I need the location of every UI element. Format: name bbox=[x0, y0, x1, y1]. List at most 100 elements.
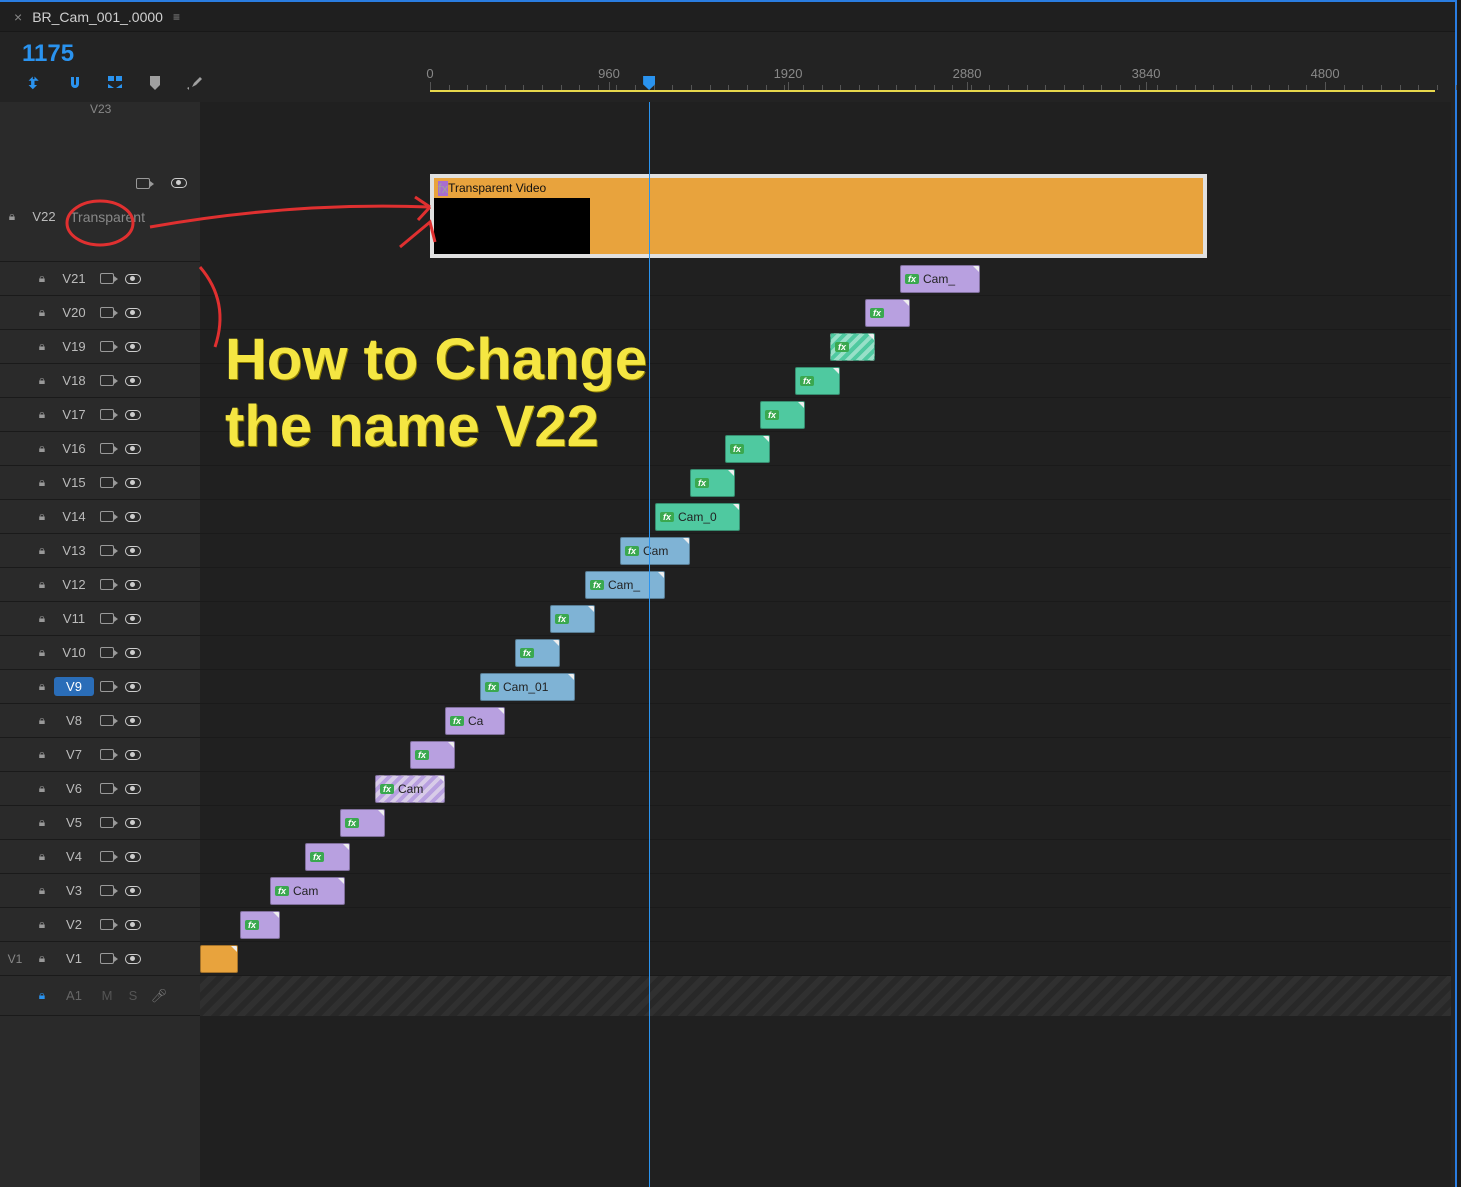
sync-lock-icon[interactable] bbox=[94, 715, 120, 726]
clip[interactable]: fx bbox=[305, 843, 350, 871]
lock-icon[interactable]: 🔒︎ bbox=[30, 917, 54, 932]
track-target-v12[interactable]: V12 bbox=[54, 575, 94, 594]
track-lane-v5[interactable]: fx bbox=[200, 806, 1451, 840]
clip-body[interactable] bbox=[590, 178, 1203, 254]
track-lane-v20[interactable]: fx bbox=[200, 296, 1451, 330]
lock-icon[interactable]: 🔒︎ bbox=[30, 509, 54, 524]
track-header-v15[interactable]: 🔒︎ V15 bbox=[0, 466, 200, 500]
track-lane-v7[interactable]: fx bbox=[200, 738, 1451, 772]
track-header-v4[interactable]: 🔒︎ V4 bbox=[0, 840, 200, 874]
sync-lock-icon[interactable] bbox=[130, 178, 156, 189]
lock-icon[interactable]: 🔒︎ bbox=[30, 781, 54, 796]
track-visibility-icon[interactable] bbox=[120, 546, 146, 556]
track-lane-v14[interactable]: fxCam_0 bbox=[200, 500, 1451, 534]
lock-icon[interactable]: 🔒︎ bbox=[0, 209, 24, 224]
track-header-v9[interactable]: 🔒︎ V9 bbox=[0, 670, 200, 704]
sync-lock-icon[interactable] bbox=[94, 511, 120, 522]
lock-icon[interactable]: 🔒︎ bbox=[30, 271, 54, 286]
playhead-timecode[interactable]: 1175 bbox=[12, 38, 418, 74]
clip[interactable]: fx bbox=[550, 605, 595, 633]
panel-menu-icon[interactable]: ≡ bbox=[167, 10, 179, 24]
track-visibility-icon[interactable] bbox=[120, 852, 146, 862]
lock-icon[interactable]: 🔒︎ bbox=[30, 815, 54, 830]
track-visibility-icon[interactable] bbox=[120, 342, 146, 352]
track-lane-v19[interactable]: fx bbox=[200, 330, 1451, 364]
track-header-v1[interactable]: V1 🔒︎ V1 bbox=[0, 942, 200, 976]
track-lane-v18[interactable]: fx bbox=[200, 364, 1451, 398]
track-target-v5[interactable]: V5 bbox=[54, 813, 94, 832]
clip[interactable]: fx bbox=[830, 333, 875, 361]
track-target-v15[interactable]: V15 bbox=[54, 473, 94, 492]
track-header-v16[interactable]: 🔒︎ V16 bbox=[0, 432, 200, 466]
mute-button[interactable]: M bbox=[94, 988, 120, 1003]
sync-lock-icon[interactable] bbox=[94, 443, 120, 454]
track-target-v10[interactable]: V10 bbox=[54, 643, 94, 662]
track-visibility-icon[interactable] bbox=[120, 274, 146, 284]
track-lane-v4[interactable]: fx bbox=[200, 840, 1451, 874]
track-lane-v17[interactable]: fx bbox=[200, 398, 1451, 432]
clip[interactable]: fxCa bbox=[445, 707, 505, 735]
clip[interactable]: fx bbox=[515, 639, 560, 667]
track-content-column[interactable]: fx Transparent Video fxCam_fxfxfxfxfxfxf… bbox=[200, 102, 1451, 1187]
clip[interactable]: fx bbox=[240, 911, 280, 939]
ruler-area[interactable]: 09601920288038404800 bbox=[430, 32, 1455, 102]
lock-icon[interactable]: 🔒︎ bbox=[30, 951, 54, 966]
audio-track-header[interactable]: 🔒︎ A1 M S 🎤︎ bbox=[0, 976, 200, 1016]
track-header-v21[interactable]: 🔒︎ V21 bbox=[0, 262, 200, 296]
clip[interactable]: fx bbox=[795, 367, 840, 395]
track-visibility-icon[interactable] bbox=[120, 648, 146, 658]
sync-lock-icon[interactable] bbox=[94, 579, 120, 590]
track-name-label[interactable]: Transparent bbox=[64, 209, 145, 225]
sync-lock-icon[interactable] bbox=[94, 681, 120, 692]
track-lane-v12[interactable]: fxCam_ bbox=[200, 568, 1451, 602]
track-visibility-icon[interactable] bbox=[120, 886, 146, 896]
track-visibility-icon[interactable] bbox=[120, 682, 146, 692]
lock-icon[interactable]: 🔒︎ bbox=[30, 475, 54, 490]
track-target-v18[interactable]: V18 bbox=[54, 371, 94, 390]
track-lane-v15[interactable]: fx bbox=[200, 466, 1451, 500]
lock-icon[interactable]: 🔒︎ bbox=[30, 645, 54, 660]
sync-lock-icon[interactable] bbox=[94, 477, 120, 488]
lock-icon[interactable]: 🔒︎ bbox=[30, 577, 54, 592]
track-target-v1[interactable]: V1 bbox=[54, 949, 94, 968]
sync-lock-icon[interactable] bbox=[94, 307, 120, 318]
track-target-v11[interactable]: V11 bbox=[54, 609, 94, 628]
lock-icon[interactable]: 🔒︎ bbox=[30, 883, 54, 898]
track-lane-v2[interactable]: fx bbox=[200, 908, 1451, 942]
sync-lock-icon[interactable] bbox=[94, 749, 120, 760]
track-header-v20[interactable]: 🔒︎ V20 bbox=[0, 296, 200, 330]
track-visibility-icon[interactable] bbox=[120, 818, 146, 828]
sync-lock-icon[interactable] bbox=[94, 817, 120, 828]
track-visibility-icon[interactable] bbox=[120, 954, 146, 964]
track-target-v9[interactable]: V9 bbox=[54, 677, 94, 696]
clip[interactable]: fxCam bbox=[270, 877, 345, 905]
clip[interactable]: fx bbox=[340, 809, 385, 837]
track-header-v12[interactable]: 🔒︎ V12 bbox=[0, 568, 200, 602]
marker-icon[interactable] bbox=[146, 74, 164, 92]
track-target-v16[interactable]: V16 bbox=[54, 439, 94, 458]
clip[interactable]: fx bbox=[760, 401, 805, 429]
track-header-v14[interactable]: 🔒︎ V14 bbox=[0, 500, 200, 534]
sync-lock-icon[interactable] bbox=[94, 953, 120, 964]
track-visibility-icon[interactable] bbox=[120, 478, 146, 488]
track-visibility-icon[interactable] bbox=[120, 376, 146, 386]
track-visibility-icon[interactable] bbox=[120, 308, 146, 318]
clip[interactable]: fxCam_ bbox=[900, 265, 980, 293]
track-header-v13[interactable]: 🔒︎ V13 bbox=[0, 534, 200, 568]
track-id-label[interactable]: V22 bbox=[24, 207, 64, 226]
track-header-v7[interactable]: 🔒︎ V7 bbox=[0, 738, 200, 772]
track-header-v8[interactable]: 🔒︎ V8 bbox=[0, 704, 200, 738]
sync-lock-icon[interactable] bbox=[94, 341, 120, 352]
clip[interactable]: fx bbox=[410, 741, 455, 769]
track-content-v22[interactable]: fx Transparent Video bbox=[200, 172, 1451, 262]
track-target-v20[interactable]: V20 bbox=[54, 303, 94, 322]
lock-icon[interactable]: 🔒︎ bbox=[30, 441, 54, 456]
sync-lock-icon[interactable] bbox=[94, 409, 120, 420]
track-visibility-icon[interactable] bbox=[120, 580, 146, 590]
clip[interactable]: fxCam_0 bbox=[655, 503, 740, 531]
track-lane-v9[interactable]: fxCam_01 bbox=[200, 670, 1451, 704]
sync-lock-icon[interactable] bbox=[94, 375, 120, 386]
lock-icon[interactable]: 🔒︎ bbox=[30, 611, 54, 626]
time-ruler[interactable]: 09601920288038404800 bbox=[430, 66, 1435, 92]
settings-icon[interactable] bbox=[186, 74, 204, 92]
